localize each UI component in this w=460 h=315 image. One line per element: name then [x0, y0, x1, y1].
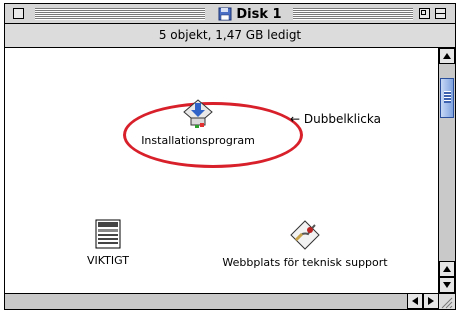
- viktigt-item[interactable]: VIKTIGT: [73, 218, 143, 267]
- resize-grip-icon: [441, 297, 453, 309]
- double-click-note: ← Dubbelklicka: [290, 112, 381, 126]
- collapse-box[interactable]: [435, 8, 446, 19]
- title-bar[interactable]: Disk 1: [5, 4, 455, 24]
- window-title: Disk 1: [210, 6, 290, 22]
- viktigt-label: VIKTIGT: [87, 254, 129, 267]
- vertical-scroll-thumb[interactable]: [440, 78, 454, 118]
- window-content: Installationsprogram ← Dubbelklicka VIKT…: [5, 48, 439, 293]
- scroll-up-button-lower[interactable]: [439, 261, 455, 277]
- scroll-down-button[interactable]: [439, 277, 455, 293]
- title-stripes-right: [293, 8, 413, 20]
- arrow-right-icon: [428, 297, 434, 305]
- vertical-scrollbar[interactable]: [439, 48, 455, 293]
- title-stripes-left: [35, 8, 205, 20]
- installer-label: Installationsprogram: [141, 134, 255, 147]
- status-bar: 5 objekt, 1,47 GB ledigt: [5, 24, 455, 48]
- web-support-label: Webbplats för teknisk support: [222, 256, 388, 269]
- web-support-item[interactable]: Webbplats för teknisk support: [210, 218, 400, 269]
- scroll-right-button[interactable]: [423, 293, 439, 309]
- floppy-disk-icon: [218, 7, 232, 21]
- arrow-down-icon: [443, 282, 451, 288]
- scroll-left-button[interactable]: [407, 293, 423, 309]
- scroll-up-button[interactable]: [439, 48, 455, 64]
- web-link-icon[interactable]: [288, 218, 322, 252]
- status-text: 5 objekt, 1,47 GB ledigt: [158, 28, 302, 42]
- document-icon[interactable]: [92, 218, 124, 250]
- installer-icon[interactable]: [182, 98, 214, 130]
- arrow-left-icon: [412, 297, 418, 305]
- finder-window: Disk 1 5 objekt, 1,47 GB ledigt Installa…: [4, 3, 456, 310]
- arrow-up-icon: [443, 266, 451, 272]
- installer-item[interactable]: Installationsprogram: [138, 98, 258, 147]
- window-title-text: Disk 1: [236, 6, 282, 22]
- zoom-box[interactable]: [419, 8, 430, 19]
- resize-grip[interactable]: [439, 293, 455, 309]
- horizontal-scrollbar[interactable]: [5, 293, 439, 309]
- close-box[interactable]: [13, 8, 24, 19]
- arrow-up-icon: [443, 53, 451, 59]
